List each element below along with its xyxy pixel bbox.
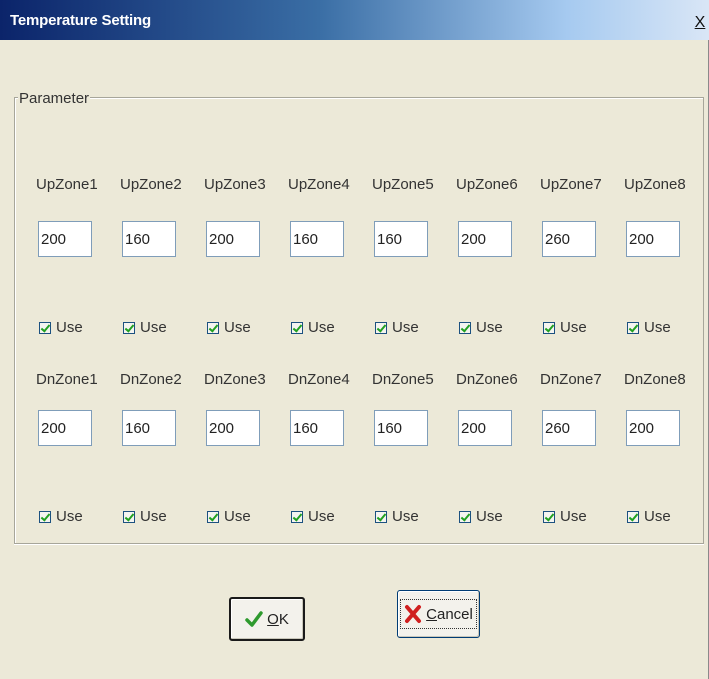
upzone4-use-checkbox[interactable]: Use [291, 319, 335, 336]
use-label: Use [560, 319, 587, 336]
upzone7-label: UpZone7 [540, 176, 602, 193]
red-x-icon [404, 604, 422, 624]
checkbox-box[interactable] [627, 321, 639, 334]
use-label: Use [392, 508, 419, 525]
use-label: Use [392, 319, 419, 336]
use-label: Use [140, 508, 167, 525]
use-label: Use [224, 319, 251, 336]
dnzone1-label: DnZone1 [36, 371, 98, 388]
checkbox-box[interactable] [375, 321, 387, 334]
upzone7-input[interactable] [542, 221, 596, 257]
dnzone3-input[interactable] [206, 410, 260, 446]
use-label: Use [140, 319, 167, 336]
dnzone4-label: DnZone4 [288, 371, 350, 388]
use-label: Use [644, 319, 671, 336]
cancel-button[interactable]: Cancel [397, 590, 480, 638]
upzone4-input[interactable] [290, 221, 344, 257]
upzone5-label: UpZone5 [372, 176, 434, 193]
dnzone7-label: DnZone7 [540, 371, 602, 388]
parameter-groupbox [14, 97, 704, 544]
upzone5-input[interactable] [374, 221, 428, 257]
checkbox-box[interactable] [123, 321, 135, 334]
use-label: Use [644, 508, 671, 525]
upzone3-input[interactable] [206, 221, 260, 257]
checkbox-box[interactable] [123, 510, 135, 523]
dnzone8-label: DnZone8 [624, 371, 686, 388]
checkbox-box[interactable] [543, 321, 555, 334]
upzone2-input[interactable] [122, 221, 176, 257]
use-label: Use [476, 508, 503, 525]
dnzone7-input[interactable] [542, 410, 596, 446]
upzone8-input[interactable] [626, 221, 680, 257]
checkbox-box[interactable] [207, 321, 219, 334]
dnzone4-use-checkbox[interactable]: Use [291, 508, 335, 525]
checkbox-box[interactable] [207, 510, 219, 523]
dnzone8-use-checkbox[interactable]: Use [627, 508, 671, 525]
dnzone4-input[interactable] [290, 410, 344, 446]
upzone6-input[interactable] [458, 221, 512, 257]
use-label: Use [476, 319, 503, 336]
dnzone1-use-checkbox[interactable]: Use [39, 508, 83, 525]
checkbox-box[interactable] [291, 321, 303, 334]
use-label: Use [308, 319, 335, 336]
upzone8-label: UpZone8 [624, 176, 686, 193]
cancel-button-label: Cancel [426, 605, 473, 623]
dnzone5-input[interactable] [374, 410, 428, 446]
dnzone2-label: DnZone2 [120, 371, 182, 388]
title-bar[interactable]: Temperature Setting X [0, 0, 709, 40]
dnzone2-use-checkbox[interactable]: Use [123, 508, 167, 525]
upzone8-use-checkbox[interactable]: Use [627, 319, 671, 336]
upzone6-use-checkbox[interactable]: Use [459, 319, 503, 336]
upzone3-label: UpZone3 [204, 176, 266, 193]
dnzone6-label: DnZone6 [456, 371, 518, 388]
checkbox-box[interactable] [627, 510, 639, 523]
dnzone6-use-checkbox[interactable]: Use [459, 508, 503, 525]
upzone1-label: UpZone1 [36, 176, 98, 193]
upzone6-label: UpZone6 [456, 176, 518, 193]
dnzone6-input[interactable] [458, 410, 512, 446]
use-label: Use [560, 508, 587, 525]
window-title: Temperature Setting [10, 12, 151, 29]
dnzone5-label: DnZone5 [372, 371, 434, 388]
checkbox-box[interactable] [459, 321, 471, 334]
upzone7-use-checkbox[interactable]: Use [543, 319, 587, 336]
ok-button-label: OK [267, 610, 289, 628]
close-button[interactable]: X [694, 14, 706, 32]
upzone1-input[interactable] [38, 221, 92, 257]
dnzone2-input[interactable] [122, 410, 176, 446]
use-label: Use [56, 508, 83, 525]
cancel-focus-rect: Cancel [400, 599, 477, 629]
use-label: Use [56, 319, 83, 336]
checkbox-box[interactable] [459, 510, 471, 523]
dnzone5-use-checkbox[interactable]: Use [375, 508, 419, 525]
close-icon: X [694, 14, 706, 31]
checkbox-box[interactable] [543, 510, 555, 523]
dnzone7-use-checkbox[interactable]: Use [543, 508, 587, 525]
checkmark-icon [245, 610, 263, 628]
dnzone3-label: DnZone3 [204, 371, 266, 388]
use-label: Use [224, 508, 251, 525]
upzone4-label: UpZone4 [288, 176, 350, 193]
upzone5-use-checkbox[interactable]: Use [375, 319, 419, 336]
upzone2-use-checkbox[interactable]: Use [123, 319, 167, 336]
dnzone8-input[interactable] [626, 410, 680, 446]
ok-button[interactable]: OK [229, 597, 305, 641]
dnzone1-input[interactable] [38, 410, 92, 446]
upzone2-label: UpZone2 [120, 176, 182, 193]
dnzone3-use-checkbox[interactable]: Use [207, 508, 251, 525]
groupbox-highlight [14, 544, 704, 545]
upzone3-use-checkbox[interactable]: Use [207, 319, 251, 336]
checkbox-box[interactable] [39, 510, 51, 523]
temperature-setting-dialog: Temperature Setting X Parameter UpZone1 U… [0, 0, 709, 679]
parameter-group-legend: Parameter [18, 90, 91, 107]
checkbox-box[interactable] [375, 510, 387, 523]
checkbox-box[interactable] [291, 510, 303, 523]
use-label: Use [308, 508, 335, 525]
upzone1-use-checkbox[interactable]: Use [39, 319, 83, 336]
checkbox-box[interactable] [39, 321, 51, 334]
